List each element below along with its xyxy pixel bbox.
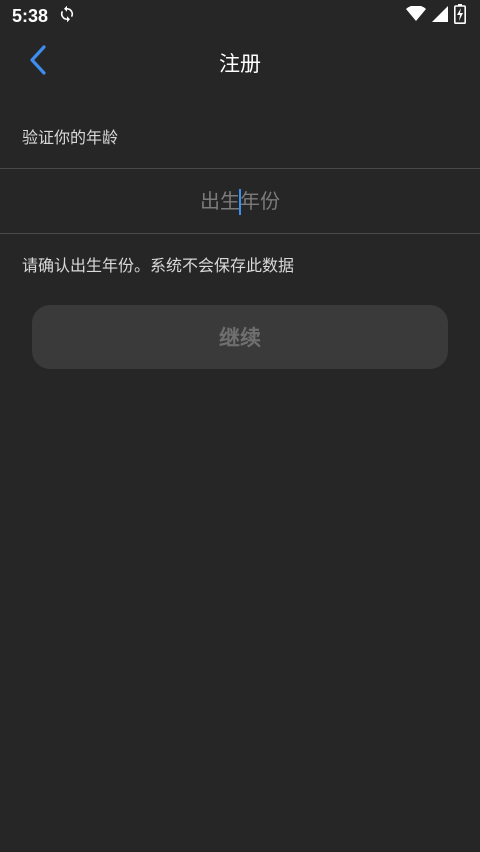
status-bar: 5:38: [0, 0, 480, 32]
battery-charging-icon: [454, 4, 466, 28]
wifi-icon: [406, 5, 426, 26]
signal-icon: [432, 6, 448, 26]
birth-year-field: [0, 168, 480, 234]
sync-icon: [58, 5, 76, 27]
text-cursor: [239, 189, 241, 215]
status-left: 5:38: [12, 5, 76, 27]
status-right: [406, 4, 466, 28]
continue-button[interactable]: 继续: [32, 305, 448, 369]
page-title: 注册: [219, 52, 261, 76]
app-bar: 注册: [0, 32, 480, 92]
section-label: 验证你的年龄: [22, 128, 119, 147]
privacy-hint: 请确认出生年份。系统不会保存此数据: [22, 256, 295, 275]
status-time: 5:38: [12, 5, 49, 26]
